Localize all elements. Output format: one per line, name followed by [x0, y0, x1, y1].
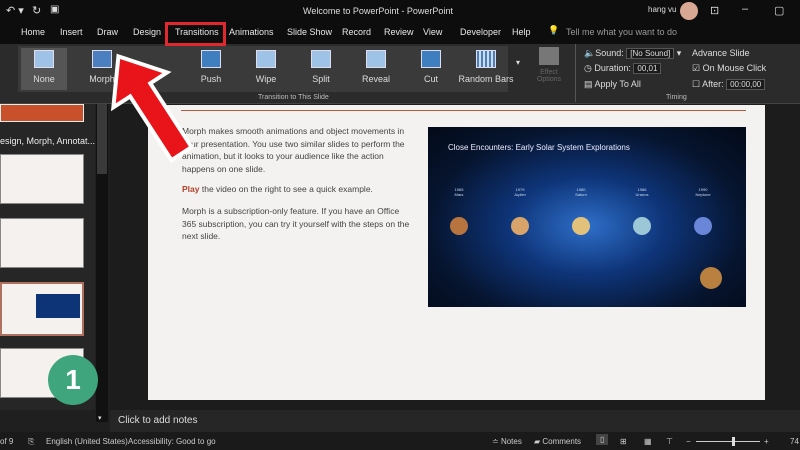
slide-paragraph-1: Morph makes smooth animations and object…: [182, 126, 405, 174]
split-icon: [311, 50, 331, 68]
comments-button[interactable]: ▰ Comments: [534, 437, 581, 446]
sound-icon: 🔈: [584, 48, 596, 58]
transition-random-bars[interactable]: Random Bars: [458, 48, 514, 90]
planet-label: 1986 Uranus: [635, 187, 649, 197]
tab-animations[interactable]: Animations: [229, 27, 274, 37]
effect-options-button[interactable]: Effect Options: [532, 47, 566, 83]
zoom-slider[interactable]: [696, 437, 760, 446]
ribbon-display-icon[interactable]: ⊡: [710, 4, 719, 17]
planet-jupiter: [511, 217, 529, 235]
wipe-icon: [256, 50, 276, 68]
duration-input[interactable]: 00,01: [633, 63, 662, 74]
window-title: Welcome to PowerPoint - PowerPoint: [303, 6, 453, 16]
slide-thumbnail[interactable]: [0, 218, 84, 268]
notes-placeholder[interactable]: Click to add notes: [118, 415, 198, 426]
tab-help[interactable]: Help: [512, 27, 531, 37]
clock-icon: ◷: [584, 63, 592, 73]
random-bars-icon: [476, 50, 496, 68]
transition-cut[interactable]: Cut: [408, 48, 454, 90]
tab-developer[interactable]: Developer: [460, 27, 501, 37]
transitions-tab-highlight: [165, 22, 226, 46]
slide-paragraph-3: Morph is a subscription-only feature. If…: [182, 206, 410, 241]
planet-mars: [450, 217, 468, 235]
slide-counter: of 9: [0, 437, 14, 446]
language-status[interactable]: English (United States): [46, 437, 128, 446]
step-number-badge: 1: [48, 355, 98, 405]
group-label-timing: Timing: [666, 94, 687, 101]
planet-label: 1990 Neptune: [695, 187, 711, 197]
title-bar: ↶ ▾ ↻ ▣ Welcome to PowerPoint - PowerPoi…: [0, 0, 800, 22]
apply-to-all-button[interactable]: ▤ Apply To All: [584, 79, 641, 90]
avatar[interactable]: [680, 2, 698, 20]
tab-home[interactable]: Home: [21, 27, 45, 37]
spacecraft-image: [700, 267, 722, 289]
gallery-more-icon[interactable]: ▾: [516, 58, 520, 67]
video-title: Close Encounters: Early Solar System Exp…: [448, 143, 630, 152]
ribbon-tabs: Home Insert Draw Design Transitions Anim…: [0, 22, 800, 44]
tab-draw[interactable]: Draw: [97, 27, 118, 37]
sound-dropdown[interactable]: [No Sound]: [626, 48, 675, 59]
slide-show-icon[interactable]: ⊤: [666, 437, 673, 446]
apply-all-icon: ▤: [584, 79, 593, 89]
planet-uranus: [633, 217, 651, 235]
planet-saturn: [572, 217, 590, 235]
none-icon: [34, 50, 54, 68]
undo-icon[interactable]: ↶ ▾: [6, 4, 24, 17]
duration-row: ◷ Duration: 00,01: [584, 63, 662, 74]
transition-none[interactable]: None: [21, 48, 67, 90]
slide-thumbnail[interactable]: [0, 104, 84, 122]
cut-icon: [421, 50, 441, 68]
tab-slide-show[interactable]: Slide Show: [287, 27, 332, 37]
reveal-icon: [366, 50, 386, 68]
zoom-in-icon[interactable]: +: [764, 437, 769, 446]
group-label-transition: Transition to This Slide: [258, 94, 329, 101]
redo-icon[interactable]: ↻: [32, 4, 41, 17]
minimize-icon[interactable]: –: [742, 3, 748, 15]
scroll-down-icon[interactable]: ▾: [98, 414, 102, 422]
notes-pane[interactable]: Click to add notes: [110, 410, 800, 432]
planet-label: 1965 Mars: [454, 187, 464, 197]
after-checkbox[interactable]: ☐ After: 00:00,00: [692, 79, 766, 90]
transition-reveal[interactable]: Reveal: [353, 48, 399, 90]
solar-system-video[interactable]: Close Encounters: Early Solar System Exp…: [428, 127, 746, 307]
section-title[interactable]: esign, Morph, Annotat...: [0, 136, 95, 146]
advance-slide-label: Advance Slide: [692, 48, 750, 58]
tab-review[interactable]: Review: [384, 27, 414, 37]
on-mouse-click-checkbox[interactable]: ☑ On Mouse Click: [692, 63, 766, 74]
status-bar: of 9 ⎘ English (United States) Accessibi…: [0, 432, 800, 450]
slide-paragraph-2: Play the video on the right to see a qui…: [182, 184, 373, 194]
slide-thumbnail-selected[interactable]: [0, 282, 84, 336]
tab-design[interactable]: Design: [133, 27, 161, 37]
restore-icon[interactable]: ▢: [774, 4, 784, 17]
planet-neptune: [694, 217, 712, 235]
present-icon[interactable]: ▣: [50, 4, 59, 15]
notes-button[interactable]: ≐ Notes: [492, 437, 522, 446]
planet-label: 1979 Jupiter: [513, 187, 526, 197]
user-name[interactable]: hang vu: [648, 5, 676, 14]
arrow-shape: [110, 53, 195, 163]
zoom-out-icon[interactable]: −: [686, 437, 691, 446]
planet-label: 1980 Saturn: [575, 187, 587, 197]
sound-row: 🔈Sound: [No Sound] ▾: [584, 48, 682, 59]
slide-thumbnail[interactable]: [0, 154, 84, 204]
lightbulb-icon: 💡: [548, 25, 560, 35]
transition-split[interactable]: Split: [298, 48, 344, 90]
slide-sorter-icon[interactable]: ⊞: [620, 437, 627, 446]
spelling-icon[interactable]: ⎘: [28, 437, 34, 447]
tell-me-search[interactable]: Tell me what you want to do: [566, 27, 677, 37]
transition-wipe[interactable]: Wipe: [243, 48, 289, 90]
after-input[interactable]: 00:00,00: [726, 79, 766, 90]
normal-view-icon[interactable]: ▯: [596, 434, 609, 445]
accessibility-status[interactable]: Accessibility: Good to go: [128, 437, 216, 446]
zoom-level[interactable]: 74: [790, 437, 799, 446]
effect-options-icon: [539, 47, 559, 65]
tab-record[interactable]: Record: [342, 27, 371, 37]
reading-view-icon[interactable]: ▦: [644, 437, 652, 446]
tab-insert[interactable]: Insert: [60, 27, 83, 37]
red-arrow-annotation: [110, 53, 195, 163]
tab-view[interactable]: View: [423, 27, 442, 37]
